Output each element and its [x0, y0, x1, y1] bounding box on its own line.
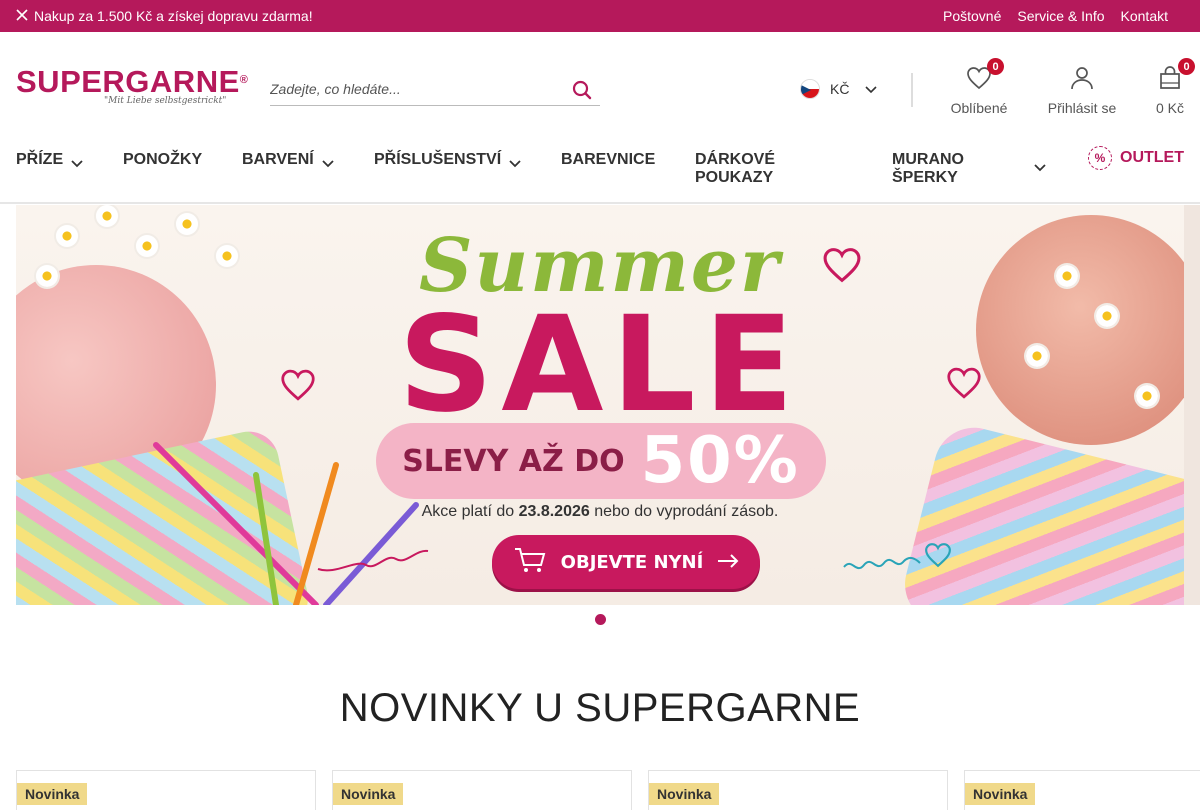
link-contact[interactable]: Kontakt — [1121, 8, 1168, 24]
search-icon[interactable] — [572, 80, 592, 105]
arrow-right-icon — [717, 552, 739, 573]
note-date: 23.8.2026 — [518, 503, 590, 520]
nav-item-label: BARVENÍ — [242, 151, 314, 168]
product-card[interactable]: Novinka — [332, 770, 632, 810]
product-card[interactable]: Novinka — [16, 770, 316, 810]
percent-icon: % — [1088, 146, 1112, 170]
main-navigation: PŘÍZE PONOŽKY BARVENÍ PŘÍSLUŠENSTVÍ BARE… — [0, 132, 1200, 204]
nav-item-socks[interactable]: PONOŽKY — [123, 151, 202, 169]
banner-headline: SALE — [398, 288, 802, 442]
hero-banner[interactable]: Summer SALE SLEVY AŽ DO 50% Akce platí d… — [16, 205, 1184, 605]
product-card[interactable]: Novinka — [964, 770, 1200, 810]
nav-item-label: MURANO ŠPERKY — [892, 151, 964, 186]
banner-validity-note: Akce platí do 23.8.2026 nebo do vyprodán… — [16, 503, 1184, 521]
discount-value: 50% — [640, 424, 800, 498]
top-promo-bar: Nakup za 1.500 Kč a získej dopravu zdarm… — [0, 0, 1200, 32]
cart-count-badge: 0 — [1178, 58, 1195, 75]
shopping-cart-icon — [513, 546, 547, 579]
nav-item-color-cards[interactable]: BAREVNICE — [561, 151, 655, 169]
top-links: Poštovné Service & Info Kontakt — [943, 8, 1168, 24]
nav-item-label: PONOŽKY — [123, 151, 203, 168]
carousel-dot-active[interactable] — [595, 614, 606, 625]
new-badge: Novinka — [649, 783, 720, 805]
free-shipping-promo: Nakup za 1.500 Kč a získej dopravu zdarm… — [16, 8, 313, 24]
nav-item-label: BAREVNICE — [561, 151, 656, 168]
section-title-new-arrivals: NOVINKY U SUPERGARNE — [339, 686, 861, 730]
logo-text: SUPERGARNE — [16, 64, 240, 99]
chevron-down-icon — [322, 155, 334, 173]
promo-text: Nakup za 1.500 Kč a získej dopravu zdarm… — [34, 8, 313, 24]
nav-item-murano-jewelry[interactable]: MURANO ŠPERKY — [892, 151, 1052, 187]
user-icon — [1044, 62, 1120, 94]
logo-wordmark: SUPERGARNE® — [16, 66, 248, 98]
discount-ribbon: SLEVY AŽ DO 50% — [376, 423, 826, 499]
discount-prefix: SLEVY AŽ DO — [402, 443, 625, 479]
nav-item-accessories[interactable]: PŘÍSLUŠENSTVÍ — [374, 151, 521, 173]
discover-now-button[interactable]: OBJEVTE NYNÍ — [492, 535, 760, 589]
chevron-down-icon — [865, 81, 878, 97]
close-icon[interactable] — [16, 8, 28, 24]
swirl-decoration-icon — [317, 549, 429, 572]
nav-item-outlet[interactable]: % OUTLET — [1088, 146, 1184, 170]
site-header: SUPERGARNE® "Mit Liebe selbstgestrickt" … — [0, 32, 1200, 132]
header-divider — [911, 73, 913, 107]
cta-label: OBJEVTE NYNÍ — [560, 551, 704, 573]
logo-registered-mark: ® — [239, 74, 249, 86]
search-bar — [270, 72, 600, 106]
new-badge: Novinka — [965, 783, 1036, 805]
favorites-button[interactable]: 0 Oblíbené — [948, 58, 1010, 116]
chevron-down-icon — [1034, 159, 1046, 177]
cart-total: 0 Kč — [1155, 100, 1184, 116]
link-shipping[interactable]: Poštovné — [943, 8, 1001, 24]
nav-item-label: PŘÍZE — [16, 151, 64, 168]
login-label: Přihlásit se — [1047, 100, 1117, 116]
heart-icon — [925, 543, 951, 568]
outlet-label: OUTLET — [1120, 149, 1184, 166]
new-badge: Novinka — [333, 783, 404, 805]
favorites-label: Oblíbené — [950, 100, 1008, 116]
link-service-info[interactable]: Service & Info — [1017, 8, 1104, 24]
chevron-down-icon — [71, 155, 83, 173]
new-badge: Novinka — [17, 783, 88, 805]
nav-item-gift-vouchers[interactable]: DÁRKOVÉ POUKAZY — [695, 151, 815, 187]
favorites-count-badge: 0 — [987, 58, 1004, 75]
currency-label: KČ — [830, 81, 850, 97]
currency-selector[interactable]: KČ — [800, 79, 878, 99]
product-card[interactable]: Novinka — [648, 770, 948, 810]
logo-tagline: "Mit Liebe selbstgestrickt" — [104, 96, 227, 106]
nav-item-label: DÁRKOVÉ POUKAZY — [695, 151, 776, 186]
czech-flag-icon — [800, 79, 820, 99]
chevron-down-icon — [509, 155, 521, 173]
search-input[interactable] — [270, 76, 550, 102]
logo[interactable]: SUPERGARNE® "Mit Liebe selbstgestrickt" — [16, 66, 248, 110]
login-button[interactable]: Přihlásit se — [1044, 62, 1120, 116]
note-suffix: nebo do vyprodání zásob. — [594, 503, 779, 520]
nav-item-yarn[interactable]: PŘÍZE — [16, 151, 83, 173]
nav-item-dyeing[interactable]: BARVENÍ — [242, 151, 334, 173]
next-slide-peek — [1184, 205, 1200, 605]
nav-item-label: PŘÍSLUŠENSTVÍ — [374, 151, 502, 168]
swirl-decoration-icon — [843, 556, 921, 570]
cart-button[interactable]: 0 0 Kč — [1150, 58, 1195, 116]
note-prefix: Akce platí do — [421, 503, 515, 520]
